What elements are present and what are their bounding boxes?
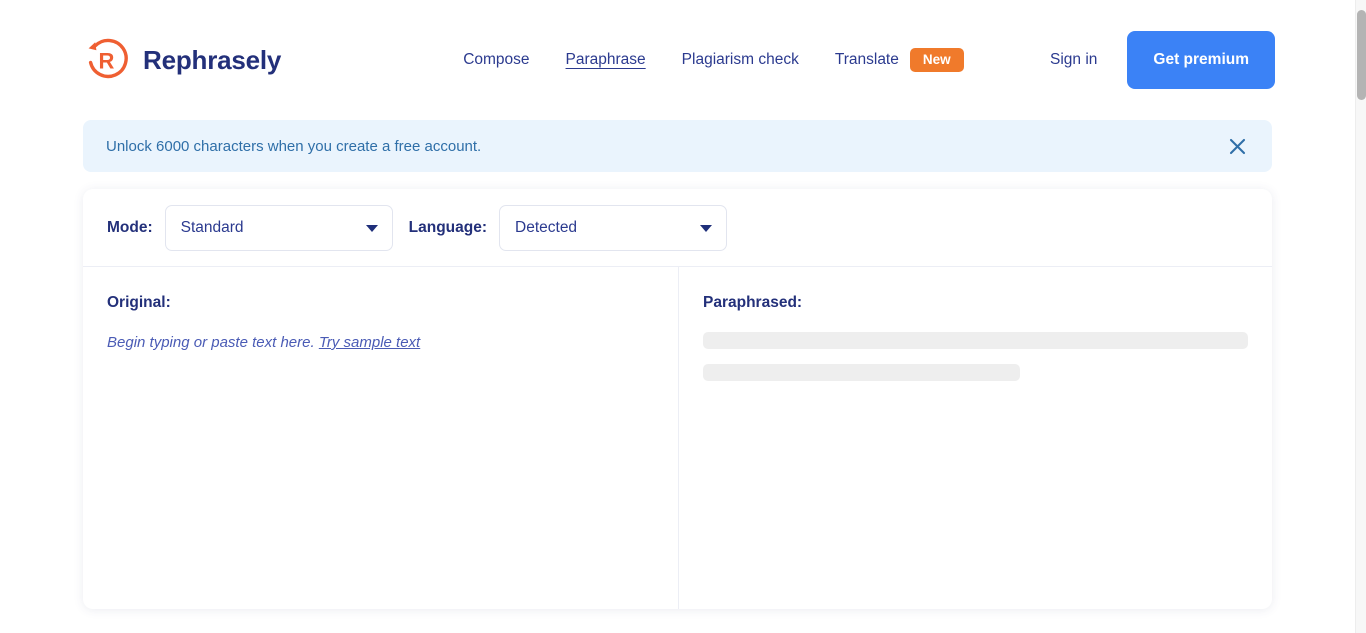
nav-link-paraphrase[interactable]: Paraphrase bbox=[566, 51, 646, 69]
sign-in-link[interactable]: Sign in bbox=[1050, 51, 1097, 69]
mode-select-value: Standard bbox=[180, 218, 244, 236]
paraphrase-card: Mode: Standard Language: Detected Origin… bbox=[83, 189, 1272, 609]
skeleton-line bbox=[703, 364, 1021, 381]
original-placeholder-text: Begin typing or paste text here. bbox=[107, 334, 315, 351]
chevron-down-icon bbox=[700, 224, 713, 232]
language-control-group: Language: Detected bbox=[408, 204, 728, 251]
skeleton-line bbox=[703, 332, 1248, 349]
language-select[interactable]: Detected bbox=[499, 204, 728, 251]
page-scrollbar[interactable] bbox=[1355, 0, 1366, 633]
paraphrased-pane-title: Paraphrased: bbox=[703, 294, 803, 311]
editor-panes: Original: Begin typing or paste text her… bbox=[83, 267, 1272, 609]
original-pane[interactable]: Original: Begin typing or paste text her… bbox=[83, 267, 679, 609]
header-actions: Sign in Get premium bbox=[1050, 31, 1275, 89]
mode-control-group: Mode: Standard bbox=[107, 204, 393, 251]
original-text-input[interactable]: Begin typing or paste text here. Try sam… bbox=[107, 332, 654, 353]
mode-select[interactable]: Standard bbox=[164, 204, 393, 251]
nav-link-compose[interactable]: Compose bbox=[463, 51, 529, 69]
scrollbar-thumb[interactable] bbox=[1357, 10, 1366, 100]
nav-link-plagiarism-check[interactable]: Plagiarism check bbox=[682, 51, 799, 69]
language-label: Language: bbox=[408, 218, 488, 236]
get-premium-button[interactable]: Get premium bbox=[1127, 31, 1275, 89]
notice-banner-wrapper: Unlock 6000 characters when you create a… bbox=[0, 120, 1355, 172]
main-navigation: Compose Paraphrase Plagiarism check Tran… bbox=[463, 47, 964, 73]
main-card-wrapper: Mode: Standard Language: Detected Origin… bbox=[0, 172, 1355, 609]
brand-name: Rephrasely bbox=[143, 44, 282, 75]
circular-arrow-r-icon: R bbox=[82, 36, 130, 84]
notice-message: Unlock 6000 characters when you create a… bbox=[106, 137, 482, 155]
site-header: R Rephrasely Compose Paraphrase Plagiari… bbox=[0, 0, 1355, 120]
language-select-value: Detected bbox=[515, 218, 578, 236]
svg-text:R: R bbox=[99, 49, 115, 74]
chevron-down-icon bbox=[365, 224, 378, 232]
brand-logo[interactable]: R Rephrasely bbox=[82, 36, 281, 84]
new-badge: New bbox=[909, 47, 964, 73]
nav-link-translate[interactable]: Translate bbox=[835, 51, 899, 69]
nav-item-translate: Translate New bbox=[835, 47, 964, 73]
paraphrased-pane: Paraphrased: bbox=[679, 267, 1272, 609]
mode-label: Mode: bbox=[107, 218, 153, 236]
notice-banner: Unlock 6000 characters when you create a… bbox=[83, 120, 1272, 172]
original-pane-title: Original: bbox=[107, 294, 171, 311]
try-sample-text-link[interactable]: Try sample text bbox=[319, 334, 420, 351]
page-viewport: R Rephrasely Compose Paraphrase Plagiari… bbox=[0, 0, 1355, 633]
card-bottom-spacer bbox=[0, 609, 1355, 625]
close-x-icon[interactable] bbox=[1222, 131, 1252, 161]
card-toolbar: Mode: Standard Language: Detected bbox=[83, 189, 1272, 267]
